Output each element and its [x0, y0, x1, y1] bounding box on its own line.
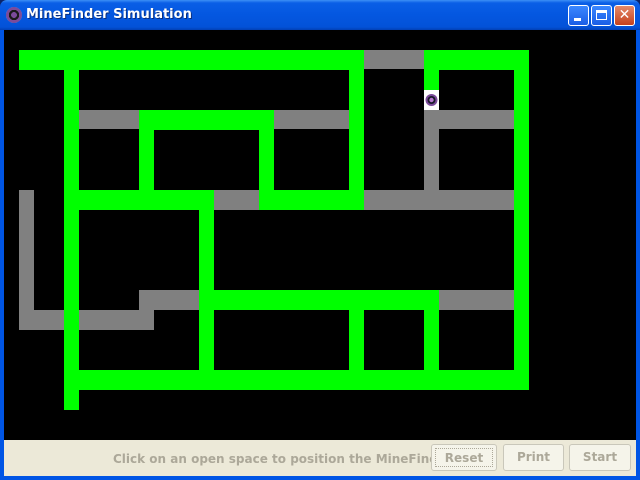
maximize-icon — [596, 10, 607, 20]
maze-wall — [139, 110, 274, 130]
visited-path — [424, 110, 439, 190]
visited-path — [19, 190, 34, 330]
visited-path — [363, 50, 424, 69]
visited-path — [19, 310, 154, 330]
maze-wall — [64, 370, 529, 390]
reset-button-label: Reset — [435, 448, 493, 467]
status-bar: Click on an open space to position the M… — [4, 440, 636, 476]
maze-wall — [259, 190, 364, 210]
start-button[interactable]: Start — [569, 444, 631, 471]
maze-wall — [424, 50, 439, 90]
visited-path — [214, 190, 259, 210]
status-message: Click on an open space to position the M… — [113, 452, 452, 466]
window-frame-bottom — [0, 476, 640, 480]
visited-path — [439, 290, 514, 310]
title-bar[interactable]: MineFinder Simulation ✕ — [0, 0, 640, 30]
visited-path — [79, 110, 139, 129]
visited-path — [274, 110, 349, 129]
close-button[interactable]: ✕ — [614, 5, 635, 26]
window-frame-right — [636, 30, 640, 480]
simulation-canvas[interactable] — [4, 30, 636, 476]
application-window: MineFinder Simulation ✕ Click on an open… — [0, 0, 640, 480]
maze-wall — [514, 50, 529, 390]
minimize-button[interactable] — [568, 5, 589, 26]
maze-wall — [424, 50, 529, 70]
reset-button[interactable]: Reset — [431, 444, 497, 471]
maze-wall — [199, 290, 439, 310]
robot-core — [429, 97, 434, 103]
visited-path — [364, 190, 514, 210]
close-icon: ✕ — [618, 7, 631, 23]
minefinder-icon — [6, 7, 22, 23]
print-button[interactable]: Print — [503, 444, 564, 471]
maze[interactable] — [4, 30, 636, 440]
maximize-button[interactable] — [591, 5, 612, 26]
minimize-icon — [574, 18, 581, 21]
visited-path — [139, 290, 199, 310]
maze-wall — [349, 50, 364, 210]
maze-wall — [64, 50, 79, 410]
maze-wall — [64, 190, 214, 210]
window-title: MineFinder Simulation — [26, 7, 192, 22]
minefinder-robot[interactable] — [424, 90, 439, 110]
